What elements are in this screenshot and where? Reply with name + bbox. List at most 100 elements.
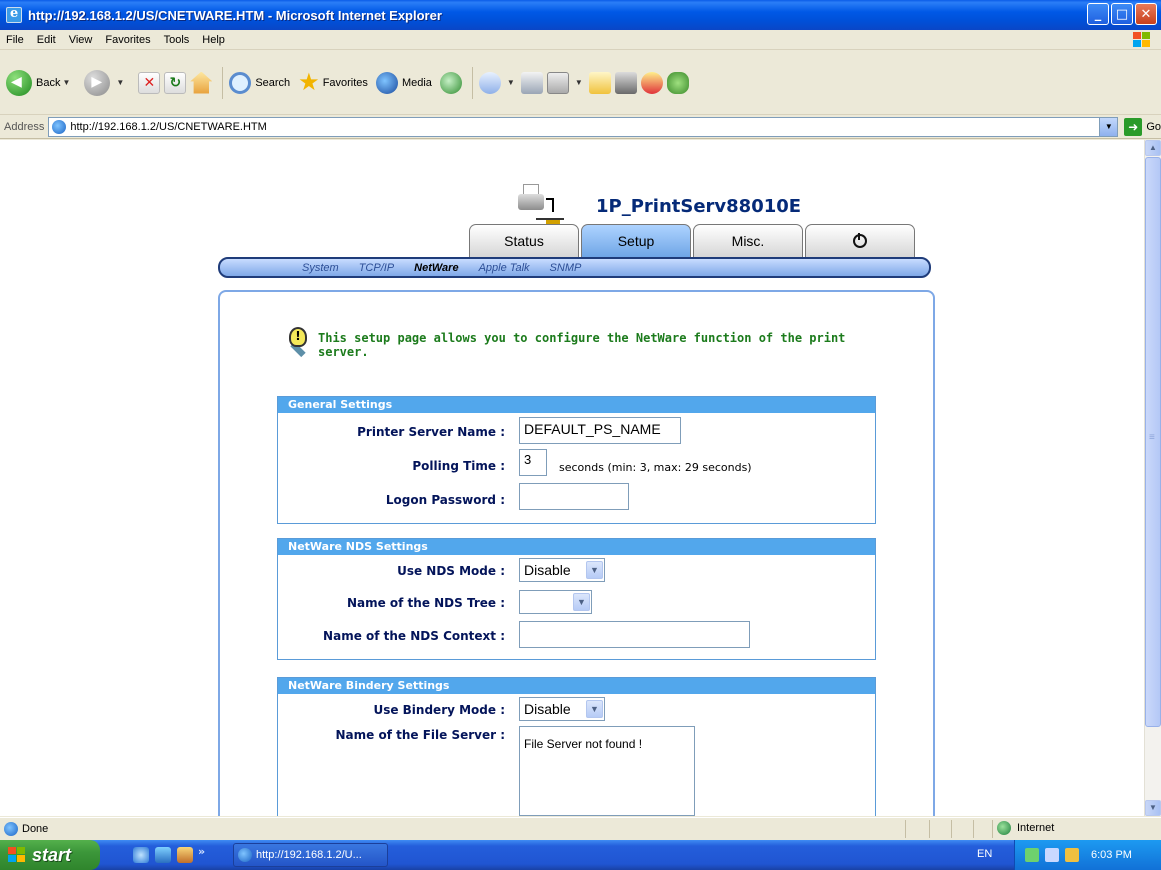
refresh-icon[interactable]: ↻	[164, 71, 187, 94]
contacts-icon[interactable]	[666, 71, 689, 94]
close-button[interactable]: ✕	[1135, 3, 1157, 25]
taskbar: start » http://192.168.1.2/U... EN 6:03 …	[0, 840, 1161, 870]
clock: 6:03 PM	[1091, 849, 1132, 861]
polling-time-label: Polling Time :	[412, 459, 505, 473]
general-settings-section: General Settings Printer Server Name : D…	[277, 396, 876, 524]
tab-status[interactable]: Status	[469, 224, 579, 257]
media-player-icon[interactable]	[177, 847, 193, 863]
chevron-down-icon[interactable]: ▼	[507, 78, 515, 87]
status-bar: Done Internet	[0, 817, 1161, 839]
page-done-icon	[4, 821, 18, 836]
mail-icon[interactable]	[478, 71, 501, 94]
windows-logo-icon	[1131, 31, 1151, 49]
security-zone: Internet	[997, 821, 1054, 835]
search-label: Search	[255, 76, 291, 89]
polling-time-input[interactable]: 3	[519, 449, 547, 476]
language-indicator[interactable]: EN	[977, 848, 992, 860]
forward-button[interactable]: ▼	[84, 69, 130, 96]
menu-file[interactable]: File	[6, 34, 24, 46]
menu-edit[interactable]: Edit	[37, 34, 56, 46]
subnav-tcpip[interactable]: TCP/IP	[359, 262, 394, 274]
menu-help[interactable]: Help	[202, 34, 225, 46]
info-bulb-icon: !	[284, 327, 312, 358]
address-label: Address	[4, 120, 45, 133]
subnav-snmp[interactable]: SNMP	[550, 262, 582, 274]
back-button[interactable]: Back ▼	[6, 69, 76, 96]
minimize-button[interactable]: _	[1087, 3, 1109, 25]
research-icon[interactable]	[614, 71, 637, 94]
setup-subnav: System TCP/IP NetWare Apple Talk SNMP	[218, 257, 931, 278]
menu-favorites[interactable]: Favorites	[105, 34, 150, 46]
nds-mode-value: Disable	[524, 562, 571, 578]
menu-view[interactable]: View	[69, 34, 93, 46]
network-icon[interactable]	[1025, 848, 1039, 862]
windows-logo-icon	[8, 847, 26, 863]
toolbar-divider	[222, 66, 224, 99]
polling-time-hint: seconds (min: 3, max: 29 seconds)	[559, 461, 752, 474]
favorites-button[interactable]: ★ Favorites	[298, 68, 368, 97]
intro-line-2: server.	[318, 345, 369, 359]
forward-arrow-icon	[84, 69, 111, 96]
menu-bar: File Edit View Favorites Tools Help	[0, 30, 1161, 50]
logon-password-input[interactable]	[519, 483, 629, 510]
folder-icon[interactable]	[588, 71, 611, 94]
home-icon[interactable]	[190, 71, 213, 94]
stop-icon[interactable]: ✕	[138, 71, 161, 94]
bindery-mode-select[interactable]: Disable ▼	[519, 697, 605, 721]
taskbar-item-ie[interactable]: http://192.168.1.2/U...	[233, 843, 388, 867]
back-arrow-icon	[6, 69, 32, 96]
edit-icon[interactable]	[546, 71, 569, 94]
server-name-input[interactable]: DEFAULT_PS_NAME	[519, 417, 681, 444]
ie-icon[interactable]	[133, 847, 149, 863]
nds-tree-label: Name of the NDS Tree :	[346, 596, 505, 610]
status-divider	[973, 820, 974, 838]
messenger-icon[interactable]	[640, 71, 663, 94]
scroll-down-icon[interactable]: ▼	[1145, 800, 1161, 816]
maximize-button[interactable]: □	[1111, 3, 1133, 25]
printer-tray-icon[interactable]	[1065, 848, 1079, 862]
desktop-icon[interactable]	[155, 847, 171, 863]
intro-text: This setup page allows you to configure …	[318, 327, 845, 359]
print-icon[interactable]	[520, 71, 543, 94]
scroll-up-icon[interactable]: ▲	[1145, 140, 1161, 156]
menu-tools[interactable]: Tools	[164, 34, 190, 46]
nds-context-input[interactable]	[519, 621, 750, 648]
chevron-down-icon[interactable]: ▼	[575, 78, 583, 87]
search-button[interactable]: Search	[229, 71, 291, 94]
go-arrow-icon: ➜	[1124, 117, 1143, 136]
system-tray: 6:03 PM	[1014, 840, 1161, 870]
chevron-down-icon[interactable]: ▼	[1099, 117, 1118, 136]
bindery-settings-section: NetWare Bindery Settings Use Bindery Mod…	[277, 677, 876, 816]
history-icon[interactable]	[439, 71, 462, 94]
toolbar: Back ▼ ▼ ✕ ↻ Search ★ Favorites Media ▼ …	[0, 51, 1161, 115]
start-button[interactable]: start	[0, 840, 100, 870]
chevron-right-icon[interactable]: »	[198, 845, 205, 858]
bindery-settings-header: NetWare Bindery Settings	[278, 678, 875, 694]
logon-password-label: Logon Password :	[385, 493, 505, 507]
tab-setup[interactable]: Setup	[581, 224, 691, 257]
general-settings-header: General Settings	[278, 397, 875, 413]
nds-mode-select[interactable]: Disable ▼	[519, 558, 605, 582]
vertical-scrollbar[interactable]: ▲ ▼	[1144, 140, 1161, 816]
address-input[interactable]: http://192.168.1.2/US/CNETWARE.HTM ▼	[48, 116, 1119, 137]
nds-context-label: Name of the NDS Context :	[323, 629, 505, 643]
tab-logout[interactable]	[805, 224, 915, 257]
nds-tree-select[interactable]: ▼	[519, 590, 592, 614]
media-button[interactable]: Media	[375, 71, 432, 94]
title-bar: http://192.168.1.2/US/CNETWARE.HTM - Mic…	[0, 0, 1161, 30]
chevron-down-icon: ▼	[586, 700, 603, 718]
display-icon[interactable]	[1045, 848, 1059, 862]
subnav-netware[interactable]: NetWare	[414, 262, 458, 274]
tab-misc[interactable]: Misc.	[693, 224, 803, 257]
file-server-list[interactable]: File Server not found !	[519, 726, 695, 816]
go-button[interactable]: ➜ Go	[1124, 117, 1161, 136]
subnav-system[interactable]: System	[302, 262, 339, 274]
chevron-down-icon: ▼	[586, 561, 603, 579]
scroll-thumb[interactable]	[1145, 157, 1161, 727]
nds-mode-label: Use NDS Mode :	[397, 564, 505, 578]
subnav-appletalk[interactable]: Apple Talk	[479, 262, 530, 274]
intro-line-1: This setup page allows you to configure …	[318, 331, 846, 345]
bindery-mode-value: Disable	[524, 701, 571, 717]
window-title: http://192.168.1.2/US/CNETWARE.HTM - Mic…	[28, 7, 442, 23]
chevron-down-icon: ▼	[573, 593, 590, 611]
